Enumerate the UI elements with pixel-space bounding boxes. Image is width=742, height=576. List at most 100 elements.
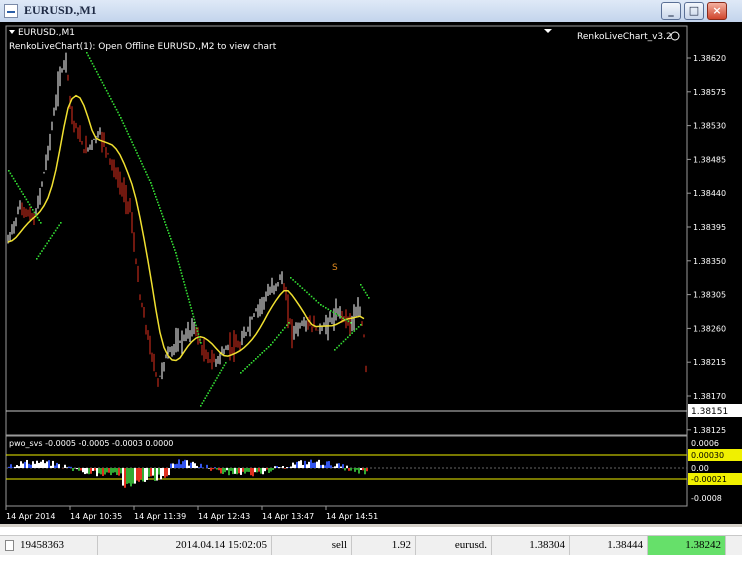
price-tick-label: 1.38305 bbox=[693, 291, 726, 300]
trail-dot bbox=[195, 327, 198, 330]
histogram-bar bbox=[136, 468, 138, 481]
trail-dot bbox=[284, 326, 286, 329]
histogram-bar bbox=[274, 466, 276, 468]
trail-dot bbox=[274, 339, 276, 341]
trail-dot bbox=[332, 311, 335, 314]
histogram-bar bbox=[286, 466, 288, 468]
time-tick-label: 14 Apr 12:43 bbox=[198, 512, 250, 521]
histogram-bar bbox=[306, 464, 308, 468]
trail-dot bbox=[88, 57, 91, 60]
order-id-cell[interactable]: 19458363 bbox=[0, 536, 98, 555]
price-chart[interactable]: EURUSD.,M1 RenkoLiveChart(1): Open Offli… bbox=[0, 22, 742, 524]
trail-dot bbox=[155, 196, 157, 198]
trail-dot bbox=[101, 81, 104, 84]
trail-dot bbox=[177, 260, 180, 263]
trail-dot bbox=[146, 173, 148, 176]
histogram-bar bbox=[172, 463, 174, 468]
trail-dot bbox=[360, 324, 362, 326]
horizontal-scrollbar[interactable] bbox=[0, 524, 742, 527]
minimize-button[interactable]: _ bbox=[661, 2, 681, 20]
histogram-bar bbox=[284, 468, 286, 469]
price-tick-label: 1.38350 bbox=[693, 257, 726, 266]
trail-dot bbox=[360, 284, 362, 286]
trail-dot bbox=[214, 379, 217, 382]
symbol-menu-arrow-icon[interactable] bbox=[9, 30, 15, 34]
trail-dot bbox=[368, 297, 370, 299]
trail-dot bbox=[299, 285, 301, 287]
histogram-bar bbox=[132, 468, 134, 484]
trail-dot bbox=[213, 382, 215, 384]
trail-dot bbox=[150, 182, 152, 184]
trail-dot bbox=[140, 160, 142, 162]
close-button[interactable]: × bbox=[707, 2, 727, 20]
trail-dot bbox=[40, 222, 42, 224]
histogram-bar bbox=[210, 468, 212, 471]
trail-dot bbox=[280, 331, 282, 334]
histogram-bar bbox=[258, 468, 260, 472]
histogram-bar bbox=[318, 459, 320, 468]
trail-dot bbox=[98, 76, 101, 78]
histogram-bar bbox=[144, 468, 146, 482]
moving-average-line bbox=[7, 94, 365, 362]
histogram-bar bbox=[64, 464, 66, 468]
histogram-bar bbox=[68, 466, 70, 468]
trail-dot bbox=[49, 237, 52, 240]
trail-dot bbox=[44, 245, 47, 247]
trail-dot bbox=[169, 235, 171, 237]
trail-dot bbox=[103, 84, 105, 87]
maximize-button[interactable]: □ bbox=[684, 2, 704, 20]
histogram-bar bbox=[342, 464, 344, 468]
trail-dot bbox=[303, 289, 306, 292]
trail-dot bbox=[337, 314, 340, 317]
trail-dot bbox=[42, 247, 45, 250]
histogram-bar bbox=[242, 468, 244, 472]
histogram-bar bbox=[364, 468, 366, 475]
histogram-bar bbox=[308, 461, 310, 468]
histogram-bar bbox=[340, 466, 342, 468]
histogram-bar bbox=[12, 467, 14, 468]
histogram-bar bbox=[34, 463, 36, 468]
trail-dot bbox=[33, 211, 36, 214]
order-sl: 1.38444 bbox=[570, 536, 648, 555]
renko-info-text: RenkoLiveChart(1): Open Offline EURUSD.,… bbox=[9, 42, 277, 52]
trail-dot bbox=[248, 364, 251, 366]
histogram-bar bbox=[122, 468, 124, 486]
trail-dot bbox=[265, 348, 268, 350]
trail-dot bbox=[310, 295, 313, 298]
indicator-name: RenkoLiveChart_v3.2 bbox=[577, 32, 672, 42]
trail-dot bbox=[107, 92, 109, 95]
histogram-bar bbox=[76, 468, 78, 470]
trail-dot bbox=[135, 149, 137, 152]
histogram-bar bbox=[228, 468, 230, 476]
trail-dot bbox=[93, 65, 95, 68]
trail-dot bbox=[152, 187, 154, 190]
histogram-bar bbox=[112, 468, 114, 473]
window-titlebar[interactable]: EURUSD.,M1 _ □ × bbox=[0, 0, 742, 23]
histogram-bar bbox=[110, 468, 112, 476]
trail-dot bbox=[160, 210, 162, 212]
trail-dot bbox=[351, 332, 353, 334]
trail-dot bbox=[196, 330, 199, 332]
trail-dot bbox=[263, 350, 266, 352]
trail-dot bbox=[174, 249, 176, 251]
histogram-bar bbox=[92, 468, 94, 471]
histogram-bar bbox=[356, 468, 358, 470]
trail-dot bbox=[211, 384, 214, 387]
histogram-bar bbox=[104, 468, 106, 475]
trail-dot bbox=[188, 301, 191, 303]
trail-dot bbox=[154, 193, 156, 195]
histogram-bar bbox=[336, 463, 338, 468]
trail-dot bbox=[184, 286, 187, 289]
histogram-bar bbox=[158, 468, 160, 475]
trail-dot bbox=[141, 163, 143, 165]
trail-dot bbox=[159, 207, 161, 209]
time-tick-label: 14 Apr 13:47 bbox=[262, 512, 314, 521]
trail-dot bbox=[121, 119, 123, 122]
histogram-bar bbox=[216, 468, 218, 470]
trail-dot bbox=[91, 62, 94, 65]
histogram-bar bbox=[332, 467, 334, 468]
histogram-bar bbox=[322, 464, 324, 468]
trail-dot bbox=[111, 100, 114, 103]
trail-dot bbox=[286, 324, 288, 327]
chart-canvas[interactable]: EURUSD.,M1 RenkoLiveChart(1): Open Offli… bbox=[0, 22, 742, 524]
